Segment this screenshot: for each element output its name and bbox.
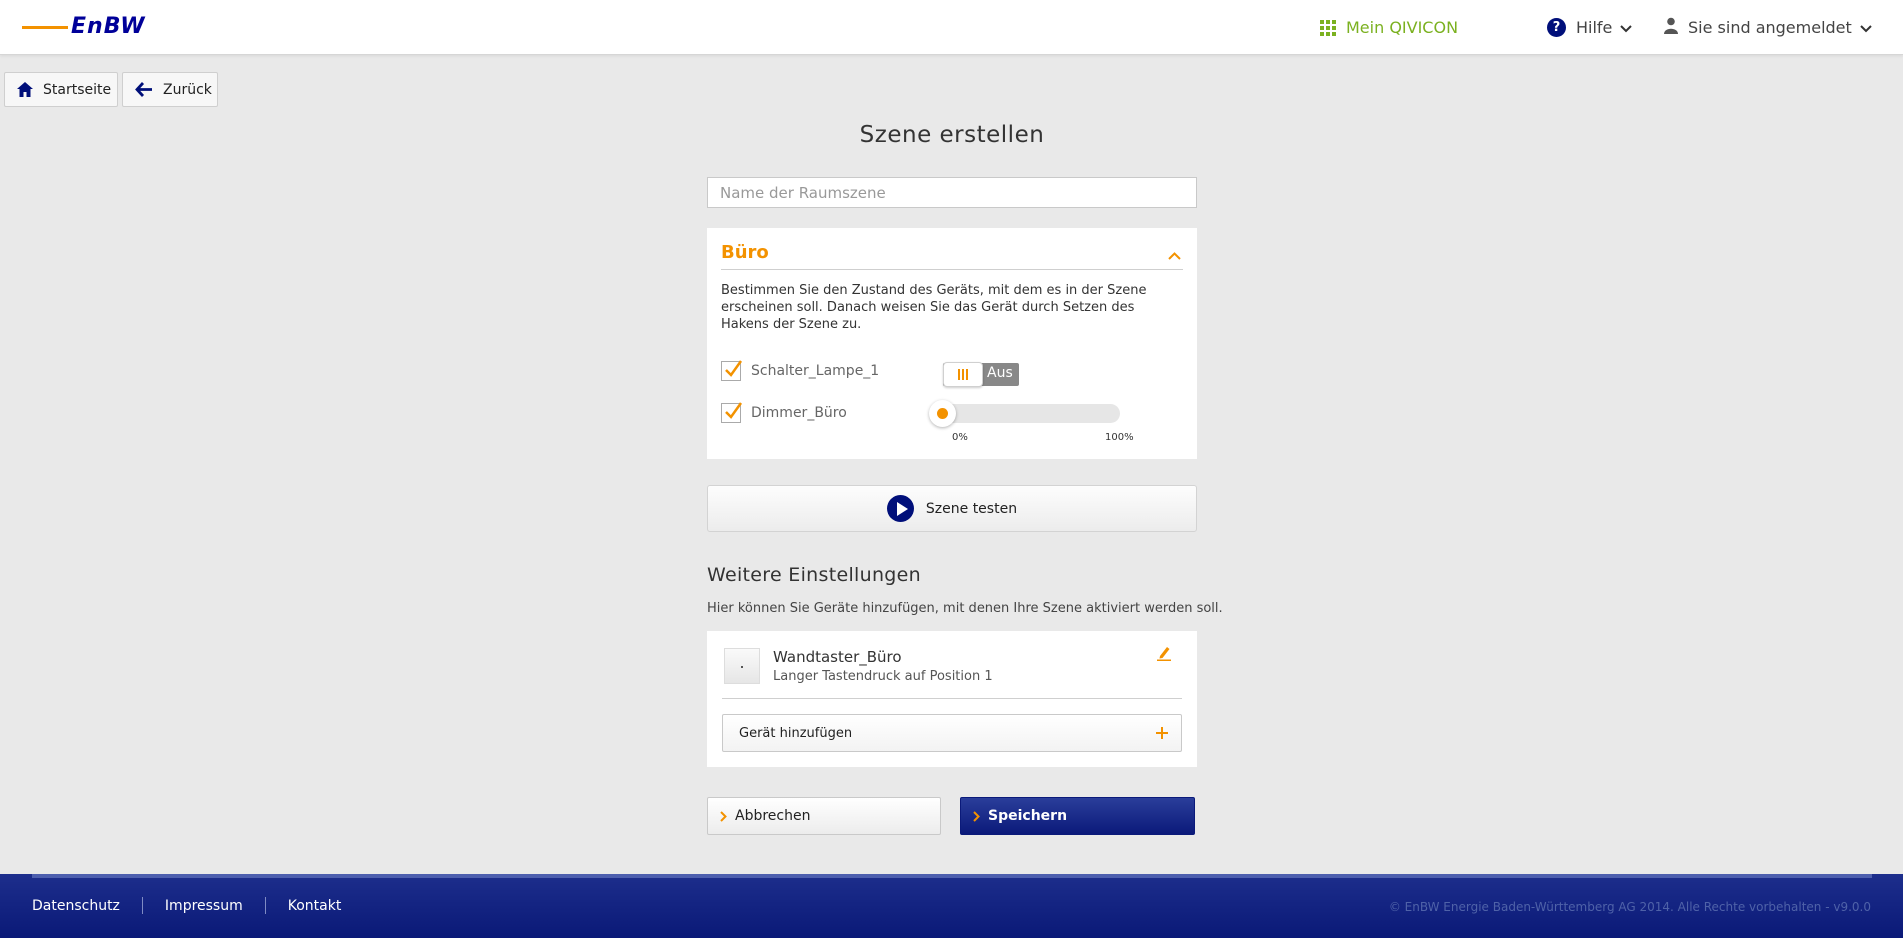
dimmer-slider[interactable] [929,400,1120,427]
section-title: Weitere Einstellungen [707,564,922,586]
test-scene-button[interactable]: Szene testen [707,485,1197,532]
slider-handle[interactable] [929,400,956,427]
room-card-buero: Büro Bestimmen Sie den Zustand des Gerät… [707,228,1197,459]
slider-min-label: 0% [952,432,968,443]
chevron-down-icon [1620,18,1633,37]
footer-top-line [32,874,1872,878]
toggle-knob[interactable] [943,362,983,387]
cancel-button[interactable]: Abbrechen [707,797,941,835]
copyright-text: © EnBW Energie Baden-Württemberg AG 2014… [1388,900,1871,914]
home-button[interactable]: Startseite [4,72,118,107]
save-button[interactable]: Speichern [960,797,1195,835]
footer-link-datenschutz[interactable]: Datenschutz [32,898,120,914]
back-button-label: Zurück [163,81,212,98]
trigger-card: Wandtaster_Büro Langer Tastendruck auf P… [707,631,1197,767]
top-header: EnBW Mein QIVICON ? Hilfe Sie sind angem… [0,0,1903,55]
user-icon [1664,17,1678,38]
save-label: Speichern [988,808,1068,824]
footer-link-kontakt[interactable]: Kontakt [288,898,342,914]
logo-accent-line [22,26,68,29]
divider [721,269,1183,270]
enbw-logo[interactable]: EnBW [22,14,146,39]
wall-switch-icon [724,648,760,684]
chevron-right-icon [720,810,727,822]
play-icon [886,495,914,522]
divider [722,698,1182,699]
chevron-right-icon [973,810,980,822]
add-device-button[interactable]: Gerät hinzufügen [722,714,1182,752]
device-name: Schalter_Lampe_1 [751,363,880,379]
logo-text: EnBW [71,14,146,39]
device-row-dimmer: Dimmer_Büro [721,402,847,423]
device-row-schalter: Schalter_Lampe_1 [721,360,880,381]
device-name: Dimmer_Büro [751,405,847,421]
footer-links: Datenschutz Impressum Kontakt [32,897,341,914]
plus-icon [1155,726,1169,744]
scene-name-input[interactable] [707,177,1197,208]
room-description: Bestimmen Sie den Zustand des Geräts, mi… [721,283,1147,332]
pencil-icon[interactable] [1157,645,1171,665]
back-button[interactable]: Zurück [122,72,218,107]
footer-link-impressum[interactable]: Impressum [165,898,243,914]
add-device-label: Gerät hinzufügen [739,725,853,741]
page-title: Szene erstellen [859,122,1045,148]
home-button-label: Startseite [43,81,112,98]
section-description: Hier können Sie Geräte hinzufügen, mit d… [707,601,1223,616]
nav-user-label: Sie sind angemeldet [1688,18,1852,37]
arrow-left-icon [135,82,153,97]
device-checkbox-dimmer[interactable] [721,402,743,423]
nav-qivicon-label: Mein QIVICON [1346,18,1459,37]
footer: Datenschutz Impressum Kontakt © EnBW Ene… [0,874,1903,938]
trigger-device-detail: Langer Tastendruck auf Position 1 [773,669,993,684]
footer-separator [141,897,143,914]
footer-separator [264,897,266,914]
nav-user-menu[interactable]: Sie sind angemeldet [1664,0,1872,55]
grid-icon [1320,19,1336,36]
trigger-device-name: Wandtaster_Büro [773,648,902,666]
cancel-label: Abbrechen [735,808,811,824]
nav-help-label: Hilfe [1576,18,1613,37]
device-toggle-schalter[interactable]: Aus [943,362,1019,387]
room-title[interactable]: Büro [721,242,769,263]
nav-mein-qivicon[interactable]: Mein QIVICON [1320,0,1458,55]
chevron-down-icon [1860,18,1872,37]
slider-max-label: 100% [1105,432,1134,443]
help-icon: ? [1547,18,1566,37]
nav-help-menu[interactable]: ? Hilfe [1547,0,1633,55]
toggle-state-label: Aus [987,365,1013,381]
home-icon [17,82,33,97]
device-checkbox-schalter[interactable] [721,360,743,381]
chevron-up-icon[interactable] [1168,245,1181,264]
test-scene-label: Szene testen [925,500,1018,517]
